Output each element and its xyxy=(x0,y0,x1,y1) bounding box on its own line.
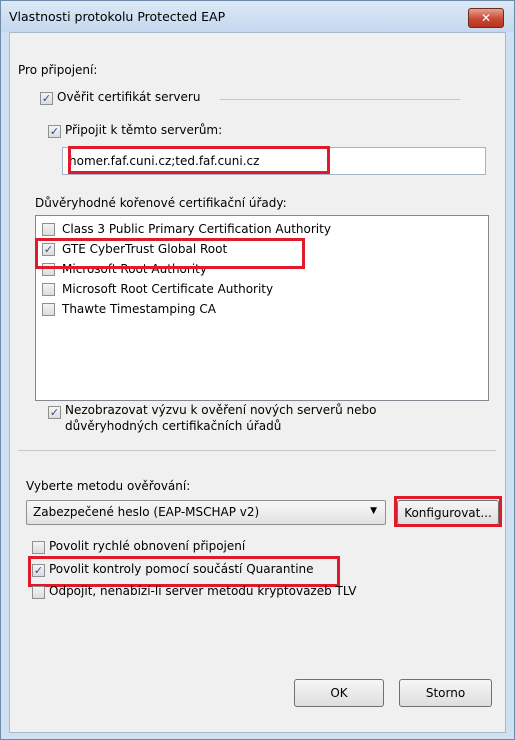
cancel-button-label: Storno xyxy=(425,686,466,700)
ok-button[interactable]: OK xyxy=(294,679,384,707)
connect-servers-label: Připojit k těmto serverům: xyxy=(65,123,223,137)
disconnect-tlv-label: Odpojit, nenabízí-li server metodu krypt… xyxy=(49,584,357,598)
verify-cert-checkbox[interactable]: ✓ xyxy=(40,92,53,105)
ca-label: Thawte Timestamping CA xyxy=(62,302,216,316)
window-title: Vlastnosti protokolu Protected EAP xyxy=(9,9,226,24)
ca-checkbox[interactable] xyxy=(42,303,55,316)
ca-checkbox[interactable] xyxy=(42,283,55,296)
highlight-servers xyxy=(68,146,330,174)
fast-reconnect-checkbox[interactable] xyxy=(32,541,45,554)
auth-method-value: Zabezpečené heslo (EAP-MSCHAP v2) xyxy=(33,505,260,519)
close-button[interactable]: ✕ xyxy=(468,8,504,28)
ca-label: Class 3 Public Primary Certification Aut… xyxy=(62,222,331,236)
trusted-ca-heading: Důvěryhodné kořenové certifikační úřady: xyxy=(35,196,287,210)
group-divider xyxy=(220,99,460,100)
verify-cert-label: Ověřit certifikát serveru xyxy=(57,90,201,104)
no-prompt-checkbox[interactable]: ✓ xyxy=(48,406,61,419)
close-icon: ✕ xyxy=(480,11,492,25)
auth-method-select[interactable]: Zabezpečené heslo (EAP-MSCHAP v2) ▼ xyxy=(26,500,386,525)
auth-method-heading: Vyberte metodu ověřování: xyxy=(26,479,191,493)
cancel-button[interactable]: Storno xyxy=(399,679,492,707)
fast-reconnect-label: Povolit rychlé obnovení připojení xyxy=(49,539,246,553)
highlight-configure xyxy=(394,496,502,527)
title-bar[interactable]: Vlastnosti protokolu Protected EAP ✕ xyxy=(1,1,514,32)
connection-heading: Pro připojení: xyxy=(18,63,98,77)
no-prompt-label-line1: Nezobrazovat výzvu k ověření nových serv… xyxy=(65,403,377,417)
ca-label: Microsoft Root Certificate Authority xyxy=(62,282,274,296)
ca-checkbox[interactable] xyxy=(42,223,55,236)
check-icon: ✓ xyxy=(49,406,60,419)
check-icon: ✓ xyxy=(41,92,52,105)
no-prompt-label-line2: důvěryhodných certifikačních úřadů xyxy=(65,419,282,433)
check-icon: ✓ xyxy=(49,125,60,138)
highlight-gte xyxy=(35,238,305,269)
highlight-quarantine xyxy=(28,556,340,587)
chevron-down-icon: ▼ xyxy=(370,506,377,516)
section-divider xyxy=(18,450,496,451)
dialog-window: Vlastnosti protokolu Protected EAP ✕ Pro… xyxy=(0,0,515,740)
ok-button-label: OK xyxy=(330,686,348,700)
disconnect-tlv-checkbox[interactable] xyxy=(32,586,45,599)
connect-servers-checkbox[interactable]: ✓ xyxy=(48,125,61,138)
dialog-content: Pro připojení: ✓ Ověřit certifikát serve… xyxy=(9,32,506,733)
